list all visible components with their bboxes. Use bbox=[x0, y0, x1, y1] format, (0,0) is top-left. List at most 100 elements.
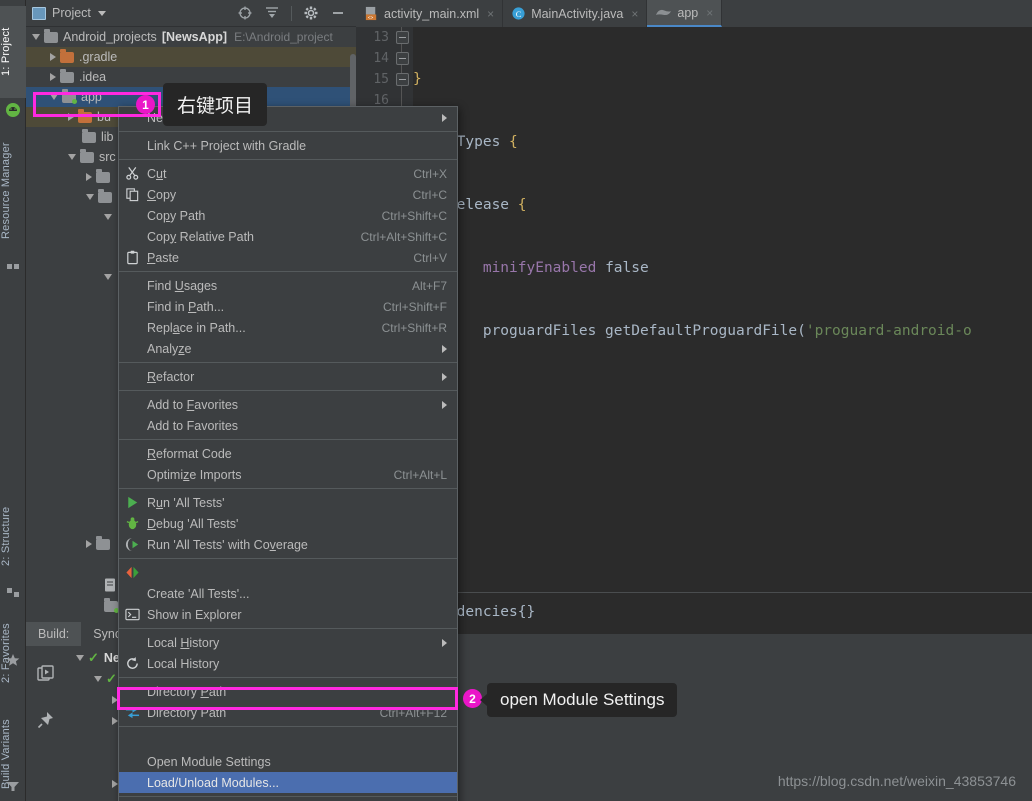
chevron-right-icon[interactable] bbox=[50, 53, 56, 61]
chevron-down-icon[interactable] bbox=[50, 94, 58, 100]
menu-separator bbox=[119, 390, 457, 391]
menu-label-synchronize-app: Local History bbox=[147, 656, 220, 671]
menu-item-directory-path[interactable]: Directory Path bbox=[119, 681, 457, 702]
module-folder-icon bbox=[62, 88, 77, 104]
target-icon[interactable] bbox=[237, 5, 253, 21]
chevron-down-icon[interactable] bbox=[97, 10, 106, 16]
left-tool-strip: 1: Project Resource Manager 2: Structure… bbox=[0, 0, 26, 801]
fold-toggle-icon-2[interactable] bbox=[396, 52, 409, 65]
menu-item-create-all-tests[interactable] bbox=[119, 562, 457, 583]
chevron-down-icon[interactable] bbox=[86, 194, 94, 200]
code-line-6: } bbox=[413, 384, 1032, 405]
ide-window: 1: Project Resource Manager 2: Structure… bbox=[0, 0, 1032, 801]
menu-item-remove-bom[interactable]: Load/Unload Modules... bbox=[119, 772, 457, 793]
folder-icon bbox=[60, 68, 74, 83]
project-window-icon bbox=[32, 6, 46, 20]
build-panel-toolbar bbox=[26, 647, 68, 801]
menu-item-open-in-terminal[interactable]: Show in Explorer bbox=[119, 604, 457, 625]
editor-tab-app-gradle[interactable]: app × bbox=[647, 0, 723, 27]
chevron-right-icon[interactable] bbox=[68, 113, 74, 121]
tree-label-app: app bbox=[81, 90, 102, 104]
chevron-down-icon[interactable] bbox=[68, 154, 76, 160]
menu-item-paste[interactable]: Paste Ctrl+V bbox=[119, 247, 457, 268]
menu-key-cut: Ctrl+X bbox=[413, 166, 447, 181]
chevron-down-icon[interactable] bbox=[94, 675, 102, 682]
android-icon bbox=[6, 103, 20, 117]
restart-icon[interactable] bbox=[37, 665, 55, 683]
menu-item-copy-path[interactable]: Copy Path Ctrl+Shift+C bbox=[119, 205, 457, 226]
tree-label-gradle: .gradle bbox=[79, 50, 118, 64]
menu-item-link-cpp-project[interactable]: Link C++ Project with Gradle bbox=[119, 135, 457, 156]
menu-item-show-image-thumbnails[interactable]: Add to Favorites bbox=[119, 415, 457, 436]
menu-item-reformat-code[interactable]: Reformat Code bbox=[119, 443, 457, 464]
menu-item-debug-all-tests[interactable]: Debug 'All Tests' bbox=[119, 513, 457, 534]
menu-separator bbox=[119, 271, 457, 272]
menu-item-run-all-tests[interactable]: Run 'All Tests' bbox=[119, 492, 457, 513]
menu-separator bbox=[119, 677, 457, 678]
menu-item-find-usages[interactable]: Find Usages Alt+F7 bbox=[119, 275, 457, 296]
minimize-icon[interactable] bbox=[330, 5, 346, 21]
menu-item-copy-relative-path[interactable]: Copy Relative Path Ctrl+Alt+Shift+C bbox=[119, 226, 457, 247]
sidebar-tab-structure[interactable]: 2: Structure bbox=[0, 490, 26, 582]
menu-item-find-in-path[interactable]: Find in Path... Ctrl+Shift+F bbox=[119, 296, 457, 317]
code-content[interactable]: } buildTypes { release { minifyEnabled f… bbox=[413, 27, 1032, 592]
collapse-all-icon[interactable] bbox=[264, 5, 280, 21]
code-line-3: release { bbox=[413, 197, 527, 213]
menu-label-show-in-explorer: Create 'All Tests'... bbox=[147, 586, 250, 601]
chevron-right-icon[interactable] bbox=[86, 173, 92, 181]
menu-key-copy-path: Ctrl+Shift+C bbox=[381, 208, 447, 223]
svg-text:C: C bbox=[516, 9, 522, 19]
menu-item-load-unload-modules[interactable]: Open Module Settings bbox=[119, 751, 457, 772]
menu-label-load-unload-modules: Open Module Settings bbox=[147, 754, 271, 769]
tree-row-root[interactable]: Android_projects [NewsApp] E:\Android_pr… bbox=[26, 27, 356, 47]
menu-item-local-history[interactable]: Local History bbox=[119, 632, 457, 653]
fold-toggle-icon-3[interactable] bbox=[396, 73, 409, 86]
chevron-down-icon[interactable] bbox=[104, 214, 112, 220]
sidebar-tab-project[interactable]: 1: Project bbox=[0, 6, 26, 98]
chevron-down-icon[interactable] bbox=[76, 654, 84, 661]
xml-layout-icon: <> bbox=[365, 6, 377, 21]
menu-item-refactor[interactable]: Refactor bbox=[119, 366, 457, 387]
menu-item-cut[interactable]: Cut Ctrl+X bbox=[119, 163, 457, 184]
check-icon: ✓ bbox=[88, 649, 99, 665]
editor-tab-activity-main-xml[interactable]: <> activity_main.xml × bbox=[356, 0, 504, 27]
gear-icon[interactable] bbox=[303, 5, 319, 21]
compare-icon bbox=[125, 706, 140, 719]
menu-item-run-all-tests-coverage[interactable]: Run 'All Tests' with Coverage bbox=[119, 534, 457, 555]
menu-item-add-to-favorites[interactable]: Add to Favorites bbox=[119, 394, 457, 415]
editor-tab-mainactivity-java[interactable]: C MainActivity.java × bbox=[503, 0, 648, 27]
file-icon bbox=[105, 578, 115, 592]
tree-row-gradle[interactable]: .gradle bbox=[26, 47, 356, 67]
clipboard-icon bbox=[127, 250, 138, 265]
code-line-2: buildTypes { bbox=[413, 134, 518, 150]
menu-label-paste: Paste bbox=[147, 250, 179, 265]
menu-separator bbox=[119, 362, 457, 363]
menu-item-copy[interactable]: Copy Ctrl+C bbox=[119, 184, 457, 205]
editor-tab-label-java: MainActivity.java bbox=[531, 6, 624, 21]
chevron-right-icon[interactable] bbox=[86, 540, 92, 548]
sidebar-tab-resource-manager[interactable]: Resource Manager bbox=[0, 128, 26, 253]
chevron-right-icon[interactable] bbox=[50, 73, 56, 81]
close-icon[interactable]: × bbox=[631, 7, 638, 21]
close-icon[interactable]: × bbox=[487, 7, 494, 21]
chevron-down-icon[interactable] bbox=[104, 274, 112, 280]
fold-toggle-icon-1[interactable] bbox=[396, 31, 409, 44]
pin-icon[interactable] bbox=[37, 711, 55, 729]
menu-label-debug-all-tests: Debug 'All Tests' bbox=[147, 516, 239, 531]
close-icon[interactable]: × bbox=[706, 6, 713, 20]
menu-item-replace-in-path[interactable]: Replace in Path... Ctrl+Shift+R bbox=[119, 317, 457, 338]
chevron-down-icon[interactable] bbox=[32, 34, 40, 40]
menu-item-show-in-explorer[interactable]: Create 'All Tests'... bbox=[119, 583, 457, 604]
menu-item-optimize-imports[interactable]: Optimize Imports Ctrl+Alt+L bbox=[119, 464, 457, 485]
menu-item-analyze[interactable]: Analyze bbox=[119, 338, 457, 359]
code-line-1: } bbox=[413, 71, 422, 87]
tree-row-lower-1[interactable] bbox=[26, 534, 115, 554]
tree-label-newsapp: [NewsApp] bbox=[161, 30, 228, 44]
menu-item-open-module-settings[interactable] bbox=[119, 730, 457, 751]
java-class-icon: C bbox=[512, 7, 525, 20]
menu-item-compare-with[interactable]: Directory Path Ctrl+Alt+F12 bbox=[119, 702, 457, 723]
build-tab-build[interactable]: Build: bbox=[26, 621, 82, 646]
menu-item-synchronize-app[interactable]: Local History bbox=[119, 653, 457, 674]
project-context-menu[interactable]: New Link C++ Project with Gradle Cut Ctr… bbox=[118, 106, 458, 801]
